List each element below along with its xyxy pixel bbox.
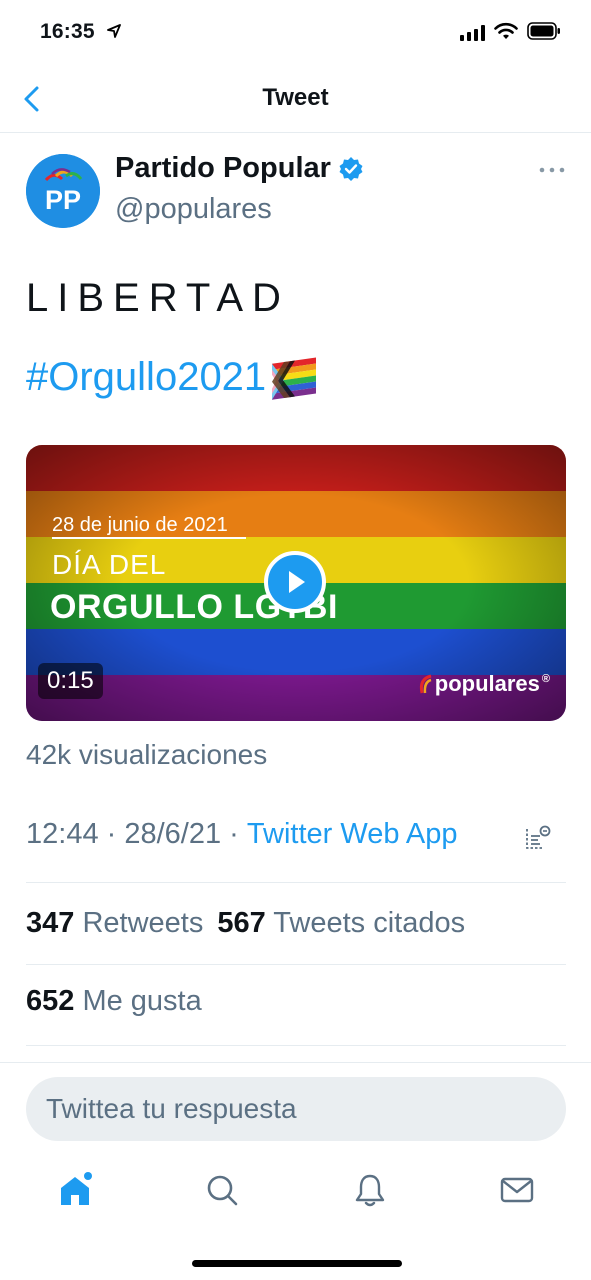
tweet-date: 28/6/21 — [124, 818, 222, 850]
populares-logo: populares ® — [417, 671, 550, 697]
avatar[interactable]: PP — [26, 154, 100, 228]
quote-tweets-count: 567 — [217, 907, 266, 939]
retweets-stat[interactable]: 347 Retweets — [26, 907, 203, 940]
tweet-text: LIBERTAD — [26, 276, 290, 320]
tab-search[interactable] — [192, 1160, 252, 1220]
location-arrow-icon — [106, 20, 121, 44]
divider — [26, 1045, 566, 1046]
status-icons — [460, 21, 561, 45]
retweets-label: Retweets — [82, 907, 204, 939]
hashtag-row: #Orgullo2021 — [26, 354, 318, 400]
tab-home[interactable] — [45, 1160, 105, 1220]
registered-mark: ® — [541, 673, 550, 685]
tab-messages[interactable] — [487, 1160, 547, 1220]
notifications-icon — [355, 1174, 385, 1207]
page-title: Tweet — [262, 84, 329, 111]
more-icon — [539, 167, 565, 173]
likes-stat[interactable]: 652 Me gusta — [26, 985, 202, 1018]
views-count[interactable]: 42k visualizaciones — [26, 739, 267, 771]
video-duration: 0:15 — [38, 663, 103, 699]
nav-bar: Tweet — [0, 66, 591, 133]
populares-logo-arc-icon — [419, 674, 432, 694]
retweets-count: 347 — [26, 907, 75, 939]
home-indicator[interactable] — [192, 1260, 402, 1267]
quote-tweets-stat[interactable]: 567 Tweets citados — [217, 907, 465, 940]
divider — [26, 882, 566, 883]
author-name-text: Partido Popular — [115, 152, 331, 184]
reply-placeholder: Twittea tu respuesta — [46, 1093, 297, 1124]
video-player[interactable]: 28 de junio de 2021 DÍA DEL ORGULLO LGTB… — [26, 445, 566, 721]
messages-icon — [500, 1177, 534, 1203]
tweet-time: 12:44 — [26, 818, 99, 850]
video-headline-line1: DÍA DEL — [52, 549, 167, 580]
status-time: 16:35 — [40, 20, 121, 44]
hashtag-link[interactable]: #Orgullo2021 — [26, 355, 266, 400]
tweet-source-link[interactable]: Twitter Web App — [247, 818, 458, 851]
quote-tweets-label: Tweets citados — [273, 907, 466, 939]
divider — [26, 964, 566, 965]
progress-pride-flag-icon — [272, 357, 317, 400]
wifi-icon — [494, 22, 518, 45]
likes-label: Me gusta — [82, 985, 202, 1017]
verified-badge-icon — [339, 156, 363, 181]
populares-logo-text: populares — [434, 671, 540, 696]
analytics-icon — [526, 825, 551, 849]
tab-bar — [0, 1160, 591, 1230]
author-name[interactable]: Partido Popular — [115, 152, 364, 185]
reply-input[interactable]: Twittea tu respuesta — [26, 1077, 566, 1141]
tweet-meta: 12:44 · 28/6/21 · Twitter Web App — [26, 818, 458, 851]
more-button[interactable] — [536, 158, 568, 182]
meta-separator: · — [98, 818, 125, 850]
video-date-text: 28 de junio de 2021 — [52, 513, 246, 539]
search-icon — [207, 1175, 238, 1206]
stats-row-retweets: 347 Retweets 567 Tweets citados — [26, 907, 465, 940]
battery-icon — [527, 21, 561, 45]
meta-separator: · — [221, 818, 247, 850]
pp-logo-icon: PP — [26, 154, 100, 228]
analytics-button[interactable] — [524, 824, 552, 852]
author-handle[interactable]: @populares — [115, 193, 272, 226]
status-bar: 16:35 — [0, 0, 591, 66]
tab-notifications[interactable] — [340, 1160, 400, 1220]
divider — [0, 1062, 591, 1063]
svg-text:PP: PP — [45, 185, 81, 215]
status-time-text: 16:35 — [40, 20, 95, 43]
play-button[interactable] — [264, 551, 326, 613]
home-icon — [61, 1172, 92, 1205]
play-icon — [289, 571, 305, 593]
cellular-signal-icon — [460, 25, 485, 41]
stats-row-likes: 652 Me gusta — [26, 985, 202, 1018]
likes-count: 652 — [26, 985, 75, 1017]
